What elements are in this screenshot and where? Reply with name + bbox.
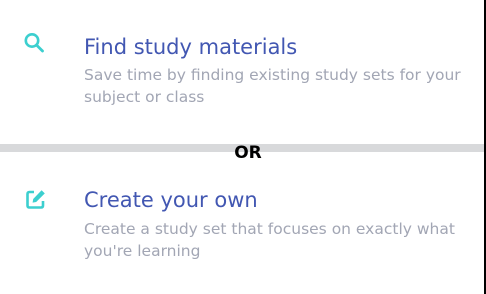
find-study-materials-option[interactable]: Find study materials Save time by findin… xyxy=(0,0,484,148)
create-your-own-description: Create a study set that focuses on exact… xyxy=(84,220,455,260)
study-options-panel: Find study materials Save time by findin… xyxy=(0,0,484,294)
find-study-materials-description: Save time by finding existing study sets… xyxy=(84,66,461,106)
edit-icon xyxy=(23,187,49,213)
search-icon xyxy=(23,32,49,58)
find-study-materials-title: Find study materials xyxy=(84,35,298,59)
create-your-own-option[interactable]: Create your own Create a study set that … xyxy=(0,160,484,294)
create-your-own-title: Create your own xyxy=(84,188,258,212)
